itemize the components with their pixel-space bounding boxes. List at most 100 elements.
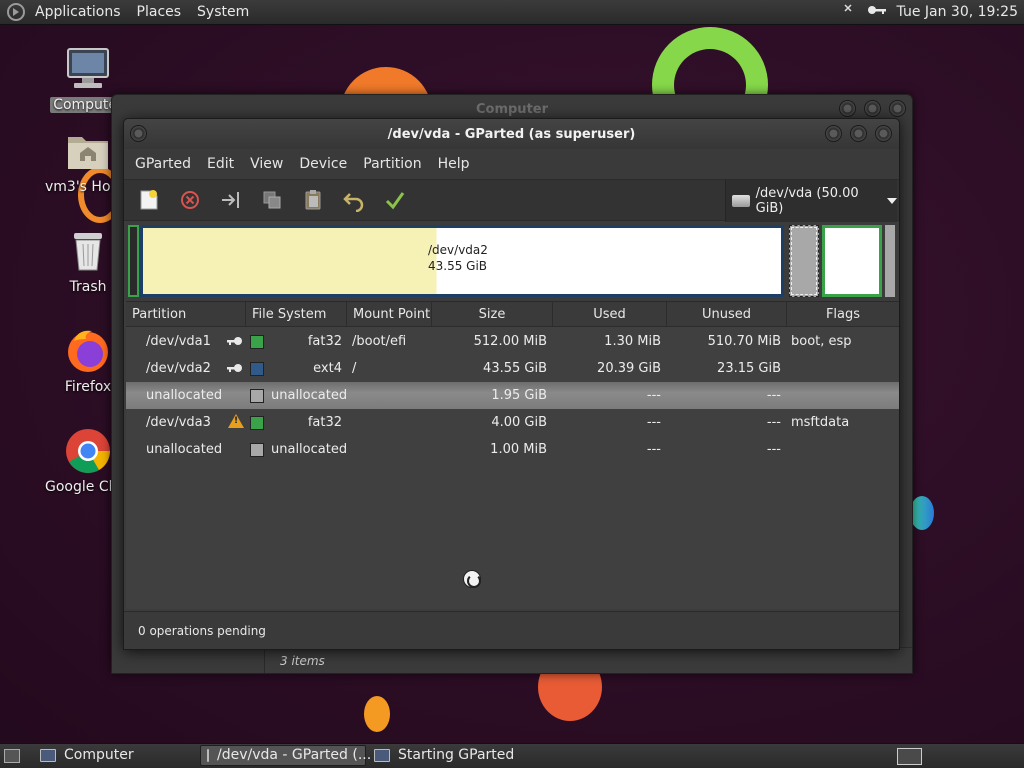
trash-icon: [64, 227, 112, 275]
menu-system[interactable]: System: [189, 0, 257, 25]
column-size[interactable]: Size: [432, 302, 553, 327]
graph-partition-vda1[interactable]: [128, 225, 139, 297]
cell-mount-point: [352, 409, 432, 436]
menu-edit[interactable]: Edit: [199, 156, 242, 172]
window-controls: [839, 100, 906, 117]
maximize-button[interactable]: [850, 125, 867, 142]
computer-window-status: 3 items: [264, 647, 912, 673]
menu-gparted[interactable]: GParted: [127, 156, 199, 172]
resize-move-icon: [222, 192, 239, 208]
menu-places[interactable]: Places: [129, 0, 190, 25]
cell-size: 43.55 GiB: [483, 361, 547, 376]
cell-size: 512.00 MiB: [473, 334, 547, 349]
cell-used: ---: [646, 415, 661, 430]
task-label: /dev/vda - GParted (...: [217, 747, 372, 763]
chrome-icon: [64, 427, 112, 475]
cell-partition: /dev/vda3: [146, 415, 211, 430]
graph-partition-size: 43.55 GiB: [428, 259, 488, 273]
minimize-button[interactable]: [839, 100, 856, 117]
window-icon: [374, 749, 390, 762]
undo-button[interactable]: [337, 183, 371, 217]
cell-file-system: unallocated: [271, 442, 348, 457]
graph-unallocated[interactable]: [885, 225, 895, 297]
column-file-system[interactable]: File System: [246, 302, 347, 327]
graph-unallocated-selected[interactable]: [789, 225, 819, 297]
resize-move-button[interactable]: [214, 183, 248, 217]
home-folder-icon: [64, 127, 112, 175]
graph-partition-label: /dev/vda2 43.55 GiB: [428, 242, 488, 274]
graph-partition-vda2[interactable]: /dev/vda2 43.55 GiB: [140, 225, 784, 297]
task-label: Computer: [64, 747, 134, 763]
cell-flags: msftdata: [791, 415, 850, 430]
window-menu-button[interactable]: [130, 125, 147, 142]
partition-table: Partition File System Mount Point Size U…: [126, 301, 899, 609]
workspace-switcher[interactable]: [897, 748, 922, 765]
menu-help[interactable]: Help: [430, 156, 478, 172]
apply-button[interactable]: [378, 183, 412, 217]
cell-used: 1.30 MiB: [604, 334, 661, 349]
column-mount-point[interactable]: Mount Point: [347, 302, 432, 327]
cell-unused: ---: [766, 415, 781, 430]
cell-mount-point: /boot/efi: [352, 334, 407, 349]
menu-view[interactable]: View: [242, 156, 291, 172]
busy-spinner-icon: [463, 570, 481, 588]
device-selector[interactable]: /dev/vda (50.00 GiB): [725, 180, 897, 222]
cell-unused: 510.70 MiB: [707, 334, 781, 349]
notification-icon[interactable]: [843, 3, 859, 21]
task-label: Starting GParted: [398, 747, 515, 763]
table-row[interactable]: /dev/vda3! fat32 4.00 GiB --- --- msftdata: [126, 409, 899, 436]
cell-file-system: unallocated: [271, 388, 348, 403]
cell-size: 4.00 GiB: [491, 415, 547, 430]
desktop-icon-label: Trash: [69, 279, 107, 295]
cell-mount-point: /: [352, 361, 357, 376]
cell-unused: ---: [766, 388, 781, 403]
table-row[interactable]: unallocated unallocated 1.00 MiB --- ---: [126, 436, 899, 463]
maximize-button[interactable]: [864, 100, 881, 117]
show-desktop-icon[interactable]: [4, 749, 20, 763]
cell-unused: 23.15 GiB: [717, 361, 781, 376]
column-partition[interactable]: Partition: [126, 302, 246, 327]
cell-size: 1.00 MiB: [490, 442, 547, 457]
filesystem-color-swatch: [250, 335, 264, 349]
cell-used: ---: [646, 442, 661, 457]
copy-button[interactable]: [255, 183, 289, 217]
key-icon[interactable]: [867, 4, 887, 20]
close-button[interactable]: [889, 100, 906, 117]
window-icon: [40, 749, 56, 762]
paste-button[interactable]: [296, 183, 330, 217]
cell-file-system: ext4: [313, 361, 342, 376]
menu-partition[interactable]: Partition: [355, 156, 429, 172]
menu-applications[interactable]: Applications: [27, 0, 129, 25]
column-used[interactable]: Used: [553, 302, 667, 327]
cell-used: ---: [646, 388, 661, 403]
copy-icon: [263, 191, 281, 209]
column-unused[interactable]: Unused: [667, 302, 787, 327]
graph-partition-name: /dev/vda2: [428, 243, 488, 257]
close-button[interactable]: [875, 125, 892, 142]
table-row[interactable]: /dev/vda1 fat32/boot/efi 512.00 MiB 1.30 Mi…: [126, 328, 899, 355]
cell-partition: /dev/vda2: [146, 361, 211, 376]
minimize-button[interactable]: [825, 125, 842, 142]
gparted-toolbar: /dev/vda (50.00 GiB): [124, 179, 899, 222]
graph-partition-vda3[interactable]: [822, 225, 882, 297]
system-logo-icon[interactable]: [7, 3, 25, 21]
task-computer[interactable]: Computer: [34, 745, 198, 766]
table-row[interactable]: /dev/vda2 ext4 / 43.55 GiB 20.39 GiB 23.15 Gi…: [126, 355, 899, 382]
cell-partition: unallocated: [146, 388, 223, 403]
wallpaper-orange-circle: [364, 696, 390, 732]
apply-icon: [385, 192, 405, 210]
undo-icon: [343, 193, 364, 212]
menu-device[interactable]: Device: [291, 156, 355, 172]
column-flags[interactable]: Flags: [787, 302, 899, 327]
cell-file-system: fat32: [307, 334, 342, 349]
cell-partition: unallocated: [146, 442, 223, 457]
clock[interactable]: Tue Jan 30, 19:25: [897, 4, 1018, 20]
new-partition-button[interactable]: [132, 183, 166, 217]
cell-flags: [791, 382, 896, 409]
task-gparted[interactable]: /dev/vda - GParted (...: [200, 745, 371, 766]
wallpaper-blue-circle: [910, 496, 934, 530]
delete-button[interactable]: [173, 183, 207, 217]
table-row[interactable]: unallocated unallocated 1.95 GiB --- ---: [126, 382, 899, 409]
window-icon: [207, 749, 209, 762]
task-starting-gparted[interactable]: Starting GParted: [368, 745, 534, 766]
